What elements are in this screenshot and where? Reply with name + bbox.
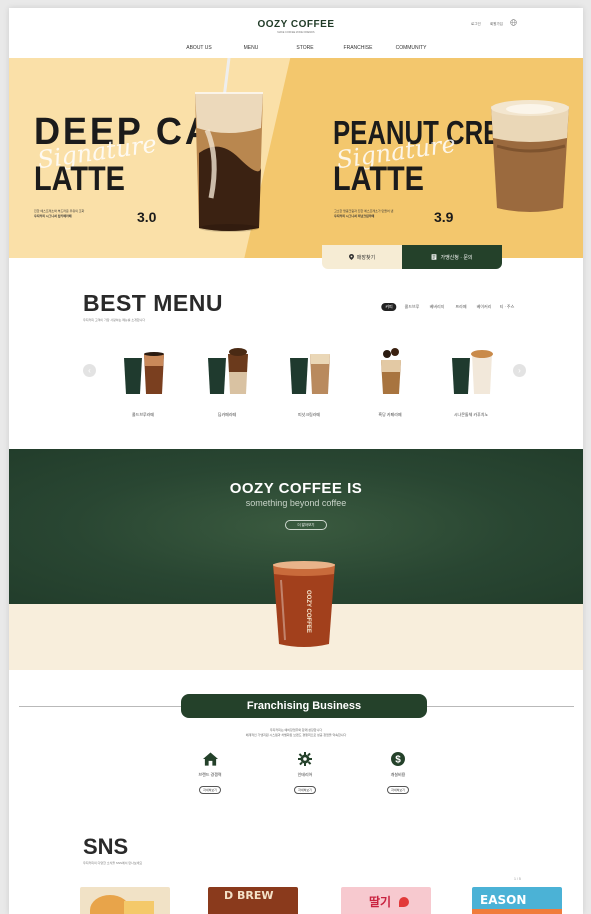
hero-slide-2-price: 3.9 <box>434 209 454 225</box>
about-more-button[interactable]: 더 알아보기 <box>285 520 327 530</box>
nav-menu[interactable]: MENU <box>244 45 259 51</box>
peanut-cream-latte-glass-image <box>491 100 569 212</box>
product-card[interactable]: 딥카페라떼 <box>192 346 262 426</box>
nav-franchise[interactable]: FRANCHISE <box>344 45 373 51</box>
best-menu-title: BEST MENU <box>83 290 223 316</box>
store-finder-label: 매장찾기 <box>356 254 376 261</box>
peanut-cream-latte-image <box>290 354 330 394</box>
nav-store[interactable]: STORE <box>296 45 313 51</box>
tab-beverage[interactable]: 베버리지 <box>430 304 445 310</box>
tab-tea-juice[interactable]: 티 · 주스 <box>500 304 515 310</box>
home-icon <box>202 752 218 766</box>
product-name: 딥카페라떼 <box>217 412 237 417</box>
franchising-desc-line2: 체계적인 가맹지원 시스템과 차별화된 브랜드 경쟁력으로 성공 창업을 약속합… <box>245 733 347 737</box>
hero-slide-2-desc: 고소한 땅콩크림과 진한 에스프레소가 만들어 낸 우지커피 시그니처 피넛크림… <box>334 209 393 219</box>
signup-link[interactable]: 회원가입 <box>490 22 503 27</box>
logo-tagline: MAKE COFFEE ZONE FRIENDS <box>277 31 315 34</box>
product-name: 시나몬돌체 카푸치노 <box>453 412 489 417</box>
tab-coffee[interactable]: 커피 <box>381 303 397 311</box>
document-icon <box>432 254 437 260</box>
sns-title: SNS <box>83 834 129 859</box>
sns-slide-counter: 1 / 5 <box>514 877 521 881</box>
franchise-inquiry-label: 가맹신청 · 문의 <box>440 254 473 261</box>
cold-brew-latte-image <box>124 352 164 394</box>
oozy-coffee-cup-image: OOZY COFFEE <box>273 561 335 647</box>
sns-card-text: EASON <box>480 893 527 907</box>
hero-slider[interactable]: DEEP CAFE Signature LATTE 진한 에스프레소와 부드러운… <box>9 58 583 258</box>
hero-slide-1-price: 3.0 <box>137 209 157 225</box>
login-link[interactable]: 로그인 <box>471 22 481 27</box>
store-finder-button[interactable]: 매장찾기 <box>322 245 402 269</box>
franchise-item-cost: $ 개설비용 자세히보기 <box>363 752 433 796</box>
hero-slide-2-subtitle: LATTE <box>333 160 424 198</box>
cup-brand-label: OOZY COFFEE <box>305 590 311 633</box>
hero-slide-1-subtitle: LATTE <box>34 160 125 198</box>
sns-card-text: 딸기 <box>369 895 392 909</box>
sns-card-text: D BREW <box>224 889 274 902</box>
product-card[interactable]: 흑당 카페라떼 <box>355 346 425 426</box>
tab-bakery[interactable]: 베이커리 <box>477 304 492 310</box>
cinnamon-dolce-cappuccino-image <box>452 350 493 394</box>
nav-community[interactable]: COMMUNITY <box>396 45 427 51</box>
main-nav: ABOUT US MENU STORE FRANCHISE COMMUNITY <box>9 45 583 53</box>
language-globe-icon[interactable] <box>510 19 517 26</box>
svg-text:$: $ <box>395 755 401 766</box>
brown-sugar-latte-image <box>381 348 401 394</box>
brand-detail-button[interactable]: 자세히보기 <box>199 786 221 794</box>
franchising-desc-line1: 우지커피는 예비창업주와 함께 성장합니다 <box>269 728 323 732</box>
nav-about-us[interactable]: ABOUT US <box>186 45 211 51</box>
best-menu-subtitle: 우지커피 고객이 가장 사랑하는 메뉴를 소개합니다 <box>83 318 146 322</box>
franchise-item-label: 개설비용 <box>390 772 406 777</box>
franchise-item-label: 브랜드 경쟁력 <box>198 772 222 777</box>
hero-slide-1-desc-line2: 우지커피 시그니처 딥카페라떼 <box>34 213 72 218</box>
iced-latte-glass-image <box>195 58 263 232</box>
best-menu-prev-arrow[interactable]: ‹ <box>83 364 96 377</box>
deep-cafe-latte-image <box>208 348 248 394</box>
product-card[interactable]: 콜드브루라떼 <box>108 346 178 426</box>
franchise-item-brand: 브랜드 경쟁력 자세히보기 <box>175 752 245 796</box>
sns-card[interactable]: D BREW <box>208 887 298 914</box>
product-name: 흑당 카페라떼 <box>378 412 402 417</box>
product-name: 피넛크림라떼 <box>297 412 321 417</box>
product-name: 콜드브루라떼 <box>131 412 155 417</box>
franchise-item-interior: 인테리어 자세히보기 <box>270 752 340 796</box>
hero-slide-2-desc-line2: 우지커피 시그니처 피넛크림라떼 <box>334 213 375 218</box>
gear-icon <box>298 752 312 766</box>
hero-slide-1-desc: 진한 에스프레소와 부드러운 우유의 조화 우지커피 시그니처 딥카페라떼 <box>34 209 84 219</box>
interior-detail-button[interactable]: 자세히보기 <box>294 786 316 794</box>
sns-subtitle: 우지커피의 다양한 소식을 SNS에서 만나보세요 <box>83 861 143 865</box>
product-card[interactable]: 피넛크림라떼 <box>274 346 344 426</box>
best-menu-next-arrow[interactable]: › <box>513 364 526 377</box>
cost-detail-button[interactable]: 자세히보기 <box>387 786 409 794</box>
site-header: OOZY COFFEE MAKE COFFEE ZONE FRIENDS 로그인… <box>9 8 583 58</box>
franchising-title: Franchising Business <box>181 694 427 718</box>
dollar-icon: $ <box>391 752 405 766</box>
franchise-inquiry-button[interactable]: 가맹신청 · 문의 <box>402 245 502 269</box>
sns-card[interactable]: EASON <box>472 887 562 914</box>
about-title: OOZY COFFEE IS <box>229 480 363 497</box>
about-subtitle: something beyond coffee <box>245 498 347 508</box>
product-card[interactable]: 시나몬돌체 카푸치노 <box>436 346 506 426</box>
franchise-item-label: 인테리어 <box>297 772 313 777</box>
hero-quick-links: 매장찾기 가맹신청 · 문의 <box>322 245 502 269</box>
sns-card[interactable] <box>80 887 170 914</box>
tab-cold-brew[interactable]: 콜드브루 <box>405 304 420 310</box>
divider-right <box>427 706 574 707</box>
location-pin-icon <box>348 254 354 260</box>
page: OOZY COFFEE MAKE COFFEE ZONE FRIENDS 로그인… <box>9 8 583 914</box>
tab-frappe[interactable]: 프라페 <box>455 304 466 310</box>
divider-left <box>19 706 181 707</box>
sns-card[interactable]: 딸기 <box>341 887 431 914</box>
